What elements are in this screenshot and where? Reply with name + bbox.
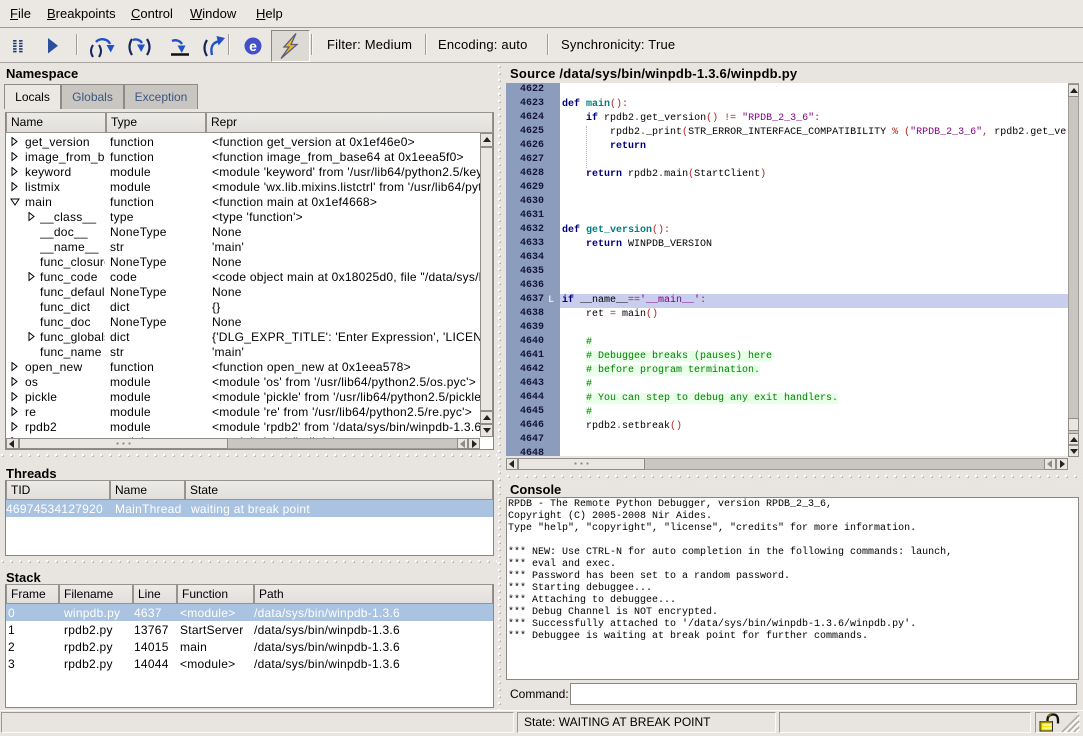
svg-text:e: e: [249, 38, 257, 54]
